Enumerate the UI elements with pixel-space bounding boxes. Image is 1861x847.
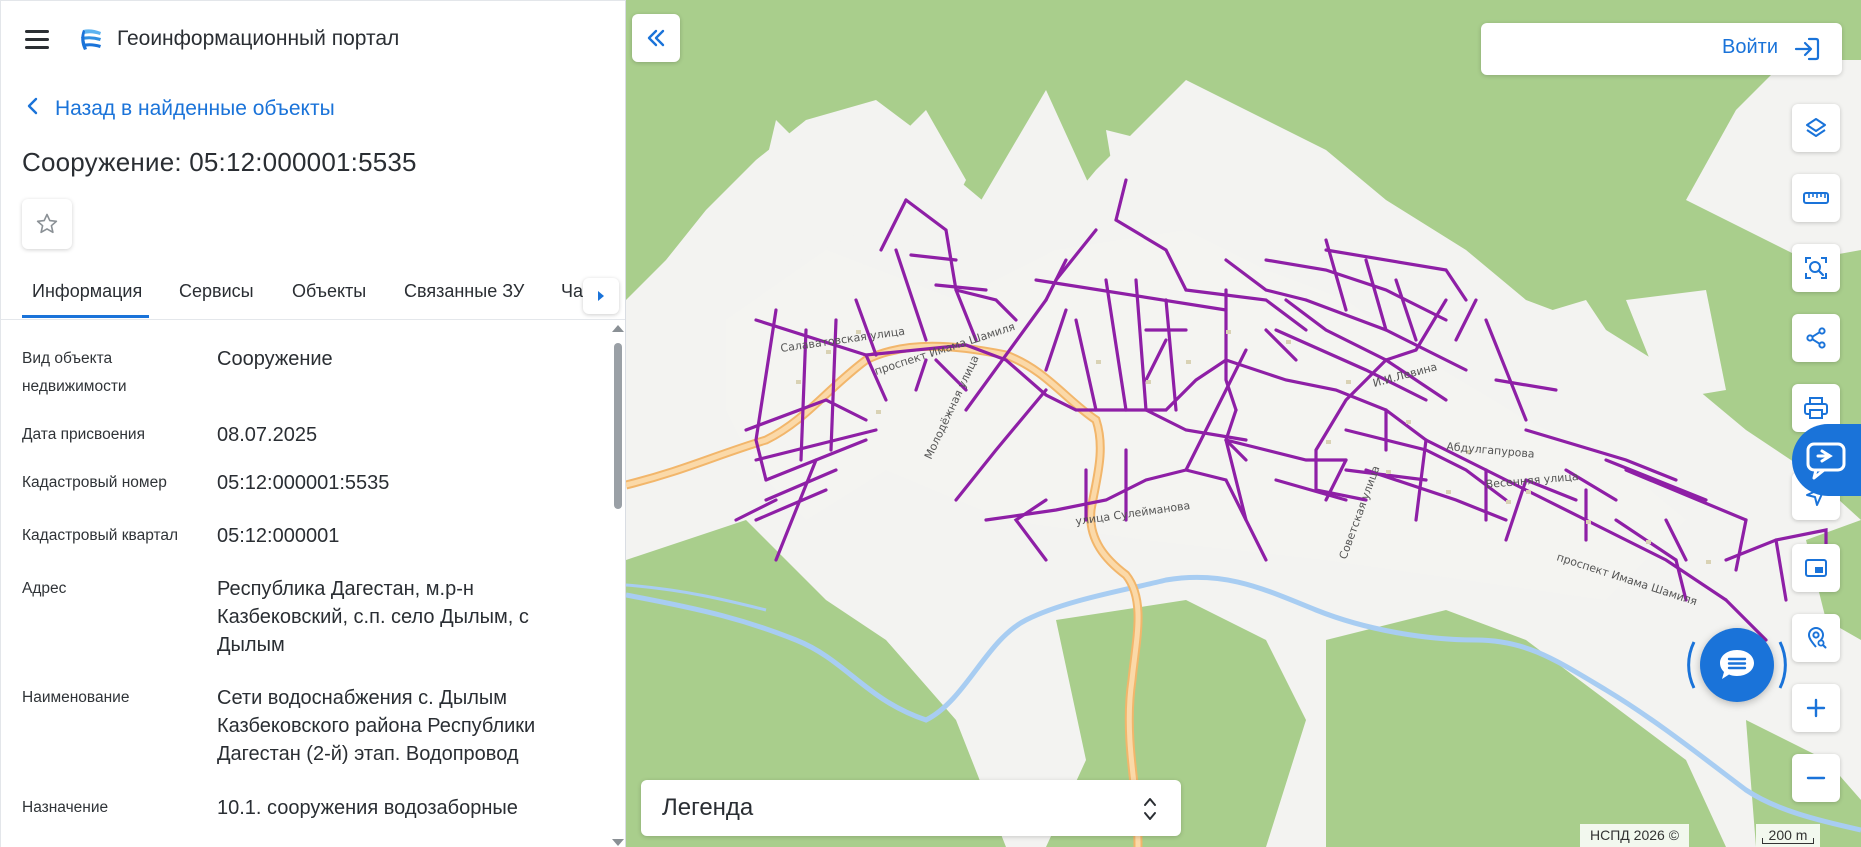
object-tabs: Информация Сервисы Объекты Связанные ЗУ …	[1, 273, 625, 320]
chevron-left-icon	[25, 96, 39, 121]
minus-icon	[1806, 776, 1826, 780]
layers-button[interactable]	[1792, 104, 1840, 152]
info-value: Республика Дагестан, м.р-н Казбековский,…	[217, 578, 529, 656]
area-select-button[interactable]	[1792, 244, 1840, 292]
ruler-icon	[1803, 192, 1829, 204]
minimap-icon	[1805, 559, 1827, 577]
info-scrollbar[interactable]	[611, 323, 624, 847]
info-value: Сети водоснабжения с. Дылым Казбековског…	[217, 687, 536, 765]
app-header: Геоинформационный портал	[1, 1, 625, 79]
geo-search-button[interactable]	[1792, 614, 1840, 662]
expand-collapse-icon	[1144, 798, 1156, 820]
object-info-panel: Геоинформационный портал Назад в найденн…	[0, 0, 626, 847]
info-value[interactable]: 05:12:000001:5535	[217, 469, 587, 497]
info-value: 10.1. сооружения водозаборные	[217, 797, 518, 819]
back-link-label: Назад в найденные объекты	[55, 96, 335, 120]
login-icon	[1794, 37, 1820, 61]
map-graphic: Салаватовская улица проспект Имама Шамил…	[626, 0, 1861, 847]
tab-related-land[interactable]: Связанные ЗУ	[404, 281, 524, 302]
active-tab-indicator	[22, 315, 149, 318]
share-icon	[1806, 327, 1826, 349]
info-value: Сооружение	[217, 348, 333, 370]
chat-fab-button[interactable]	[1700, 628, 1774, 702]
chat-icon	[1806, 442, 1845, 480]
scrollbar-thumb[interactable]	[614, 343, 622, 509]
tabs-scroll-right-button[interactable]	[583, 278, 619, 314]
chat-bubble-icon	[1720, 650, 1754, 679]
app-title: Геоинформационный портал	[117, 27, 400, 50]
info-label: Назначение	[22, 799, 109, 816]
info-label: Наименование	[22, 689, 130, 706]
measure-button[interactable]	[1792, 174, 1840, 222]
legend-toggle[interactable]: Легенда	[641, 780, 1181, 836]
object-title: Сооружение: 05:12:000001:5535	[22, 147, 417, 177]
legend-label: Легенда	[662, 794, 754, 821]
map-canvas[interactable]: Салаватовская улица проспект Имама Шамил…	[626, 0, 1861, 847]
plus-icon	[1806, 698, 1826, 718]
login-label: Войти	[1722, 36, 1778, 58]
info-label: Адрес	[22, 580, 67, 597]
info-list: Вид объекта недвижимости Сооружение Дата…	[1, 331, 605, 847]
geo-search-icon	[1807, 627, 1827, 649]
info-label: Кадастровый номер	[22, 474, 167, 491]
area-select-icon	[1805, 257, 1827, 279]
support-chat-tab[interactable]	[1792, 424, 1861, 496]
scroll-up-arrow-icon[interactable]	[612, 325, 624, 332]
back-to-results-link[interactable]: Назад в найденные объекты	[25, 96, 335, 121]
zoom-in-button[interactable]	[1792, 684, 1840, 732]
minimap-button[interactable]	[1792, 544, 1840, 592]
info-label: Дата присвоения	[22, 426, 145, 443]
map-attribution: НСПД 2026 ©	[1580, 824, 1690, 847]
tab-objects[interactable]: Объекты	[292, 281, 366, 302]
scroll-down-arrow-icon[interactable]	[612, 839, 624, 846]
double-chevron-left-icon	[647, 29, 665, 47]
layers-icon	[1806, 118, 1826, 137]
caret-right-icon	[598, 291, 604, 301]
tab-information[interactable]: Информация	[32, 281, 142, 302]
scale-line	[1762, 838, 1814, 844]
print-icon	[1804, 397, 1828, 419]
collapse-panel-button[interactable]	[632, 14, 680, 62]
star-icon	[36, 213, 58, 234]
portal-logo-icon	[81, 29, 101, 50]
tab-parts[interactable]: Ча	[561, 281, 583, 302]
hamburger-icon[interactable]	[25, 30, 49, 50]
share-button[interactable]	[1792, 314, 1840, 362]
info-label: Кадастровый квартал	[22, 527, 179, 544]
zoom-out-button[interactable]	[1792, 754, 1840, 802]
info-label: Вид объекта недвижимости	[22, 350, 127, 395]
info-value: 08.07.2025	[217, 424, 318, 446]
login-button[interactable]: Войти	[1481, 23, 1842, 75]
favorite-button[interactable]	[22, 199, 72, 249]
map-scale-bar: 200 m	[1756, 824, 1820, 847]
tab-services[interactable]: Сервисы	[179, 281, 254, 302]
info-value[interactable]: 05:12:000001	[217, 522, 587, 550]
